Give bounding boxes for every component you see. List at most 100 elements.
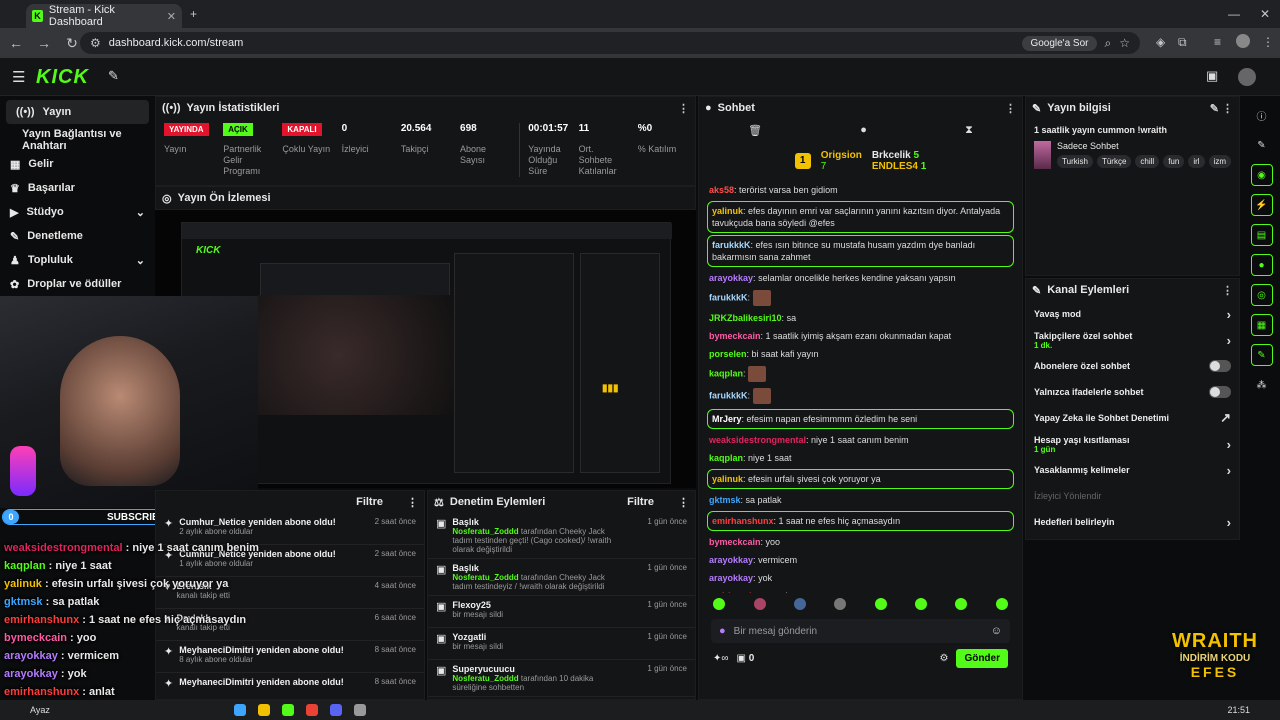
note-icon[interactable]: ▤ <box>1250 224 1273 246</box>
chat-message[interactable]: kaqplan: niye 1 saat <box>699 449 1022 467</box>
browser-tab[interactable]: K Stream - Kick Dashboard ✕ <box>26 4 182 28</box>
pencil-icon[interactable]: ✎ <box>1251 134 1273 156</box>
new-tab-icon[interactable]: + <box>190 7 197 21</box>
chevron-right-icon[interactable]: › <box>1227 515 1231 530</box>
chat-username[interactable]: bymeckcain <box>709 537 761 547</box>
trash-icon[interactable]: 🗑 <box>748 124 762 137</box>
forward-icon[interactable]: → <box>32 31 56 55</box>
channel-action-row[interactable]: Takipçilere özel sohbet 1 dk. › <box>1026 327 1239 353</box>
emote-icon[interactable] <box>955 598 968 610</box>
back-icon[interactable]: ← <box>4 31 28 55</box>
bolt-icon[interactable]: ⚡ <box>1250 194 1273 216</box>
bookmark-star-icon[interactable]: ☆ <box>1119 36 1130 50</box>
toggle-switch[interactable] <box>1209 360 1231 372</box>
chevron-right-icon[interactable]: › <box>1227 307 1231 322</box>
emote-icon[interactable] <box>753 598 766 610</box>
chat-username[interactable]: MrJery <box>712 414 742 424</box>
more-options-icon[interactable]: ⋮ <box>407 496 418 509</box>
chat-username[interactable]: yalinuk <box>712 474 743 484</box>
tag-chip[interactable]: Türkçe <box>1096 155 1132 168</box>
chat-mode-icon[interactable]: ● <box>860 124 867 136</box>
channel-action-row[interactable]: Abonelere özel sohbet <box>1026 353 1239 379</box>
chat-username[interactable]: farukkkK <box>709 390 748 400</box>
chat-message[interactable]: farukkkK: <box>699 385 1022 407</box>
tag-chip[interactable]: chill <box>1135 155 1160 168</box>
sidebar-item-studio[interactable]: ▶ Stüdyo ⌄ <box>0 200 155 224</box>
chat-icon[interactable]: ● <box>1250 254 1273 276</box>
chat-username[interactable]: emirhanshunx <box>709 591 771 593</box>
zoom-icon[interactable]: ⌕ <box>1105 36 1112 51</box>
channel-action-row[interactable]: Yasaklanmış kelimeler › <box>1026 457 1239 483</box>
taskbar-app-icon[interactable] <box>233 704 246 716</box>
sidebar-item-stream-key[interactable]: Yayın Bağlantısı ve Anahtarı <box>0 128 155 152</box>
chat-username[interactable]: emirhanshunx <box>712 516 774 526</box>
profile-avatar[interactable] <box>1236 34 1250 48</box>
channel-action-row[interactable]: Hedefleri belirleyin › <box>1026 509 1239 535</box>
chat-message[interactable]: bymeckcain: yoo <box>699 533 1022 551</box>
start-icon[interactable] <box>210 704 222 716</box>
tools-icon[interactable]: ✎ <box>108 68 119 84</box>
chat-message[interactable]: farukkkK: efes ısın bitınce su mustafa h… <box>707 235 1014 267</box>
calendar-icon[interactable]: ▦ <box>1250 314 1273 336</box>
emoji-icon[interactable]: ☺ <box>991 625 1002 637</box>
minimize-icon[interactable]: — <box>1228 7 1240 21</box>
chevron-right-icon[interactable]: › <box>1227 463 1231 478</box>
chat-message[interactable]: arayokkay: selamlar oncelikle herkes ken… <box>699 269 1022 287</box>
chat-username[interactable]: arayokkay <box>709 555 753 565</box>
channel-action-row[interactable]: Yavaş mod › <box>1026 301 1239 327</box>
kick-logo[interactable]: KICK <box>36 66 89 89</box>
close-tab-icon[interactable]: ✕ <box>167 10 176 23</box>
chat-message[interactable]: bymeckcain: 1 saatlik iyimiş akşam ezanı… <box>699 327 1022 345</box>
tag-chip[interactable]: irl <box>1188 155 1205 168</box>
info-circle-icon[interactable]: ⓘ <box>1251 104 1273 126</box>
chat-username[interactable]: aks58 <box>709 185 734 195</box>
wrench-icon[interactable]: ✎ <box>1250 344 1273 366</box>
puzzle-icon[interactable]: ⧉ <box>1178 35 1187 50</box>
chat-message[interactable]: weaksidestrongmental: niye 1 saat canım … <box>699 431 1022 449</box>
emote-icon[interactable] <box>793 598 806 610</box>
chat-username[interactable]: kaqplan <box>709 453 743 463</box>
taskbar-app-icon[interactable] <box>257 704 270 716</box>
chat-username[interactable]: yalinuk <box>712 206 743 216</box>
chat-message[interactable]: arayokkay: yok <box>699 569 1022 587</box>
chat-username[interactable]: arayokkay <box>709 573 753 583</box>
chat-message[interactable]: kaqplan: <box>699 363 1022 385</box>
apps-icon[interactable]: ⁂ <box>1251 374 1273 396</box>
points-icon[interactable]: ✦∞ <box>713 653 729 664</box>
filter-button[interactable]: Filtre <box>356 496 383 508</box>
chat-message[interactable]: farukkkK: <box>699 287 1022 309</box>
emote-icon[interactable] <box>874 598 887 610</box>
chat-message[interactable]: gktmsk: sa patlak <box>699 491 1022 509</box>
emote-icon[interactable] <box>915 598 928 610</box>
chat-username[interactable]: JRKZbalikesiri10 <box>709 313 782 323</box>
chevron-right-icon[interactable]: › <box>1227 333 1231 348</box>
chat-username[interactable]: farukkkK <box>712 240 751 250</box>
chat-message[interactable]: emirhanshunx: 1 saat ne efes hiç açmasay… <box>707 511 1014 531</box>
url-text[interactable]: dashboard.kick.com/stream <box>109 37 244 49</box>
chat-message[interactable]: yalinuk: efesin urfalı şivesi çok yoruyo… <box>707 469 1014 489</box>
chat-settings-icon[interactable]: ⚙ <box>939 653 948 664</box>
emote-icon[interactable] <box>995 598 1008 610</box>
more-options-icon[interactable]: ⋮ <box>678 102 689 115</box>
site-info-icon[interactable]: ⚙ <box>90 36 101 50</box>
chat-message[interactable]: arayokkay: vermicem <box>699 551 1022 569</box>
address-bar[interactable]: ⚙ dashboard.kick.com/stream Google'a Sor… <box>80 32 1140 54</box>
channel-action-row[interactable]: Yalnızca ifadelerle sohbet <box>1026 379 1239 405</box>
user-avatar[interactable] <box>1238 68 1256 86</box>
chat-username[interactable]: gktmsk <box>709 495 741 505</box>
timer-icon[interactable]: ⧗ <box>965 124 973 137</box>
sidebar-item-community[interactable]: ♟ Topluluk ⌄ <box>0 248 155 272</box>
taskbar-app-icon[interactable] <box>329 704 342 716</box>
chat-username[interactable]: kaqplan <box>709 368 743 378</box>
chat-message[interactable]: JRKZbalikesiri10: sa <box>699 309 1022 327</box>
browser-menu-icon[interactable]: ⋮ <box>1262 35 1274 49</box>
sidebar-item-drops[interactable]: ✿ Droplar ve ödüller <box>0 272 155 296</box>
google-ask-chip[interactable]: Google'a Sor <box>1022 35 1097 51</box>
camera-icon[interactable]: ◉ <box>1250 164 1273 186</box>
chat-message[interactable]: MrJery: efesim napan efesimmmm özledim h… <box>707 409 1014 429</box>
send-button[interactable]: Gönder <box>956 649 1008 668</box>
emote-icon[interactable] <box>834 598 847 610</box>
theater-mode-icon[interactable]: ▣ <box>1206 68 1218 84</box>
chat-message[interactable]: yalinuk: efes dayının emri var saçlarını… <box>707 201 1014 233</box>
chat-username[interactable]: porselen <box>709 349 747 359</box>
